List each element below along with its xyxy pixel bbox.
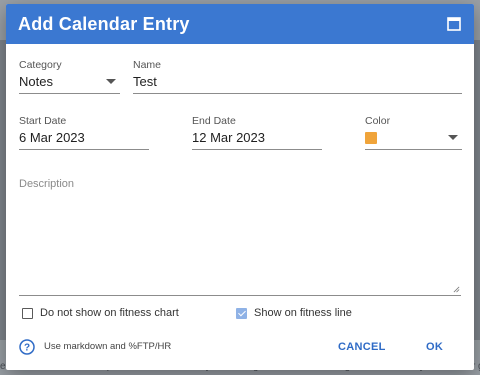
dialog-titlebar: Add Calendar Entry [6, 4, 474, 44]
cancel-button[interactable]: CANCEL [338, 341, 386, 353]
name-label: Name [133, 59, 162, 71]
show-on-line-checkbox[interactable] [236, 307, 247, 319]
start-date-label: Start Date [19, 115, 67, 127]
end-date-value: 12 Mar 2023 [192, 130, 265, 145]
svg-text:?: ? [24, 343, 30, 354]
hide-on-chart-label: Do not show on fitness chart [40, 307, 179, 319]
color-select[interactable]: Color [365, 115, 462, 150]
name-field[interactable]: Name Test [133, 59, 462, 94]
resize-handle-icon[interactable] [453, 286, 460, 293]
start-date-underline [19, 149, 149, 150]
ok-button[interactable]: OK [426, 341, 443, 353]
name-value: Test [133, 74, 157, 89]
end-date-label: End Date [192, 115, 236, 127]
help-icon[interactable]: ? [19, 339, 35, 355]
show-on-line-label: Show on fitness line [254, 307, 352, 319]
show-on-line-option[interactable]: Show on fitness line [236, 307, 352, 319]
help-text: Use markdown and %FTP/HR [44, 341, 172, 352]
chevron-down-icon [448, 135, 458, 140]
color-underline [365, 149, 462, 150]
category-underline [19, 93, 120, 94]
end-date-underline [192, 149, 322, 150]
name-underline [133, 93, 462, 94]
category-label: Category [19, 59, 62, 71]
dialog-title: Add Calendar Entry [18, 13, 190, 34]
start-date-value: 6 Mar 2023 [19, 130, 85, 145]
chevron-down-icon [106, 79, 116, 84]
description-label: Description [19, 178, 75, 190]
color-swatch [365, 132, 377, 144]
end-date-field[interactable]: End Date 12 Mar 2023 [192, 115, 322, 150]
description-underline [19, 295, 461, 296]
start-date-field[interactable]: Start Date 6 Mar 2023 [19, 115, 149, 150]
add-calendar-entry-dialog: Add Calendar Entry Category Notes Name T… [6, 4, 474, 370]
category-select[interactable]: Category Notes [19, 59, 120, 94]
color-label: Color [365, 115, 391, 127]
category-value: Notes [19, 74, 53, 89]
dialog-footer: ? Use markdown and %FTP/HR CANCEL OK [6, 336, 474, 358]
hide-on-chart-checkbox[interactable] [22, 307, 33, 319]
maximize-icon[interactable] [446, 16, 462, 32]
description-textarea[interactable] [19, 178, 461, 296]
background-strip-right [474, 40, 480, 340]
hide-on-chart-option[interactable]: Do not show on fitness chart [22, 307, 179, 319]
